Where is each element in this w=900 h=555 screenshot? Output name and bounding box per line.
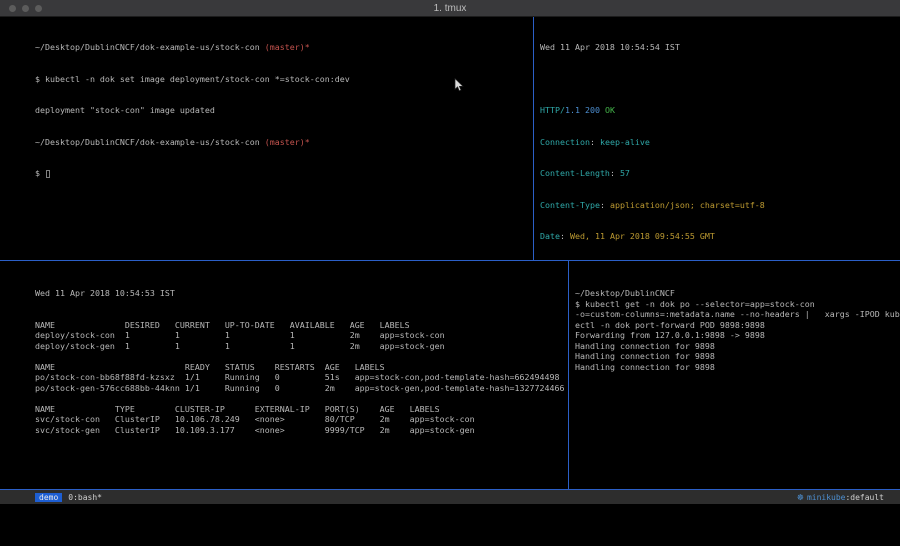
- status-left: demo 0:bash*: [35, 493, 102, 502]
- shell-prompt-empty: $: [35, 168, 530, 179]
- window-titlebar[interactable]: 1. tmux: [0, 0, 900, 17]
- prompt-path: ~/Desktop/DublinCNCF/dok-example-us/stoc…: [35, 137, 265, 147]
- kube-namespace: :default: [845, 493, 884, 502]
- pane-divider-vertical-bottom[interactable]: [568, 261, 569, 489]
- pane-top-left[interactable]: ~/Desktop/DublinCNCF/dok-example-us/stoc…: [0, 17, 532, 260]
- window-title: 1. tmux: [0, 0, 900, 17]
- pane-top-right[interactable]: Wed 11 Apr 2018 10:54:54 IST HTTP/1.1 20…: [534, 17, 900, 260]
- kubernetes-helm-icon: ☸: [797, 493, 804, 502]
- response-header: Content-Length: 57: [540, 168, 900, 179]
- git-branch: (master)*: [265, 137, 310, 147]
- status-right: ☸minikube:default: [797, 493, 884, 502]
- kubectl-watch-output: Wed 11 Apr 2018 10:54:53 IST NAME DESIRE…: [35, 288, 566, 435]
- timestamp: Wed 11 Apr 2018 10:54:54 IST: [540, 42, 900, 53]
- mouse-pointer-icon: [454, 77, 465, 96]
- port-forward-output: ~/Desktop/DublinCNCF $ kubectl get -n do…: [575, 288, 900, 372]
- command-output: deployment "stock-con" image updated: [35, 105, 530, 116]
- response-header: Connection: keep-alive: [540, 137, 900, 148]
- git-branch: (master)*: [265, 42, 310, 52]
- terminal-window: 1. tmux ~/Desktop/DublinCNCF/dok-example…: [0, 0, 900, 546]
- pane-divider-horizontal[interactable]: [0, 260, 900, 261]
- shell-prompt: ~/Desktop/DublinCNCF/dok-example-us/stoc…: [35, 137, 530, 148]
- prompt-path: ~/Desktop/DublinCNCF/dok-example-us/stoc…: [35, 42, 265, 52]
- shell-prompt: ~/Desktop/DublinCNCF/dok-example-us/stoc…: [35, 42, 530, 53]
- inactive-terminal-cursor: [46, 170, 50, 178]
- pane-divider-vertical-top[interactable]: [533, 17, 534, 260]
- tmux-window-item[interactable]: 0:bash*: [68, 493, 102, 502]
- pane-bottom-right[interactable]: ~/Desktop/DublinCNCF $ kubectl get -n do…: [569, 261, 900, 489]
- kube-context: minikube: [807, 493, 846, 502]
- http-status-line: HTTP/1.1 200 OK: [540, 105, 900, 116]
- response-header: Content-Type: application/json; charset=…: [540, 200, 900, 211]
- tmux-status-bar: demo 0:bash* ☸minikube:default: [0, 490, 900, 504]
- prompt-char: $: [35, 168, 45, 178]
- response-header: Date: Wed, 11 Apr 2018 09:54:55 GMT: [540, 231, 900, 242]
- tmux-session-name: demo: [35, 493, 62, 502]
- pane-bottom-left[interactable]: Wed 11 Apr 2018 10:54:53 IST NAME DESIRE…: [0, 261, 568, 489]
